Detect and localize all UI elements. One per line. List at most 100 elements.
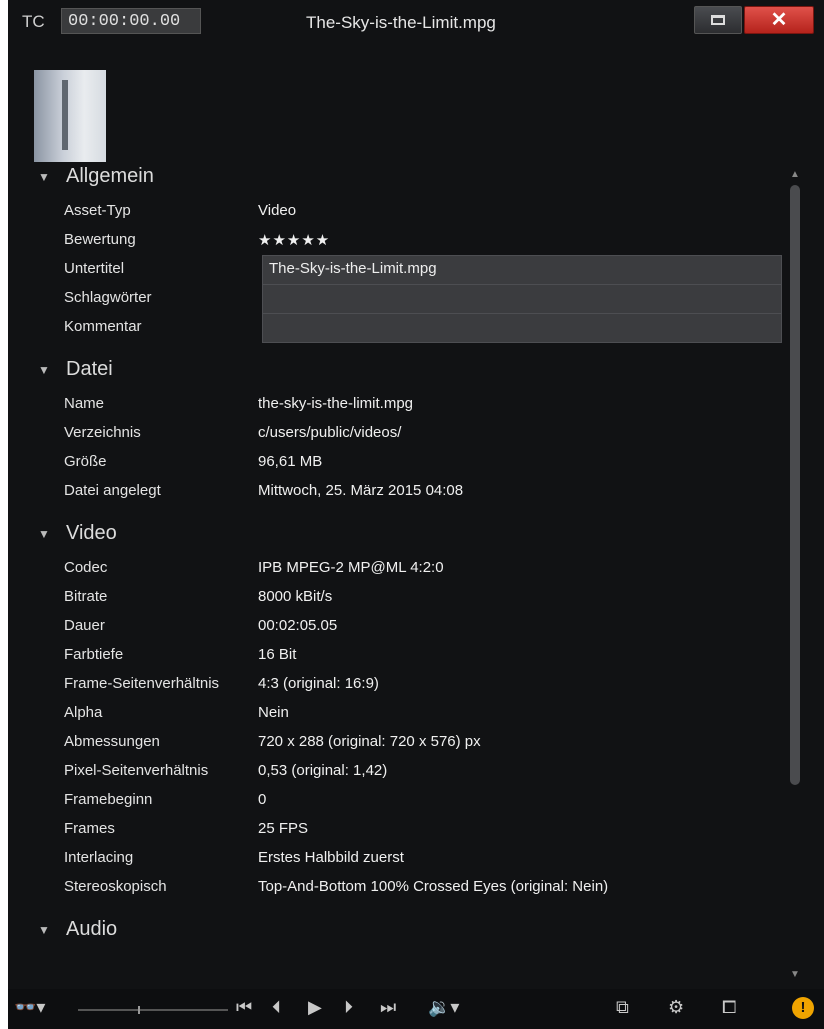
video-thumbnail [34,70,106,162]
property-key: Datei angelegt [64,482,161,499]
property-key: Asset-Typ [64,202,131,219]
section-label: Datei [66,358,113,380]
skip-to-end-icon[interactable]: ⏭ [380,997,396,1018]
row-asset-typ: Asset-Typ Video [8,198,786,227]
section-label: Allgemein [66,165,154,187]
collapse-arrow-icon[interactable]: ▼ [38,363,50,377]
collapse-arrow-icon[interactable]: ▼ [38,527,50,541]
scrollbar-thumb[interactable] [790,185,800,785]
rating-stars[interactable]: ★★★★★ [258,231,330,249]
step-back-icon[interactable]: ⏴ [272,997,281,1018]
row-alpha: Alpha Nein [8,700,786,729]
collapse-arrow-icon[interactable]: ▼ [38,923,50,937]
row-frames: Frames 25 FPS [8,816,786,845]
property-value: Video [258,202,297,219]
property-key: Framebeginn [64,791,153,808]
step-forward-icon[interactable]: ⏵ [344,997,353,1018]
external-window-icon[interactable]: ⧠ [722,997,736,1018]
scroll-up-icon[interactable]: ▲ [790,169,800,180]
slider-handle[interactable] [138,1006,140,1014]
property-key: Verzeichnis [64,424,141,441]
property-key: Frames [64,820,115,837]
glasses-icon[interactable]: 👓▾ [14,997,45,1018]
property-key: Kommentar [64,318,142,335]
info-icon[interactable]: ! [792,997,814,1019]
property-value: IPB MPEG-2 MP@ML 4:2:0 [258,559,444,576]
bottom-toolbar: 👓▾ ⏮ ⏴ ▶ ⏵ ⏭ 🔉▾ ⧉ ⚙ ⧠ ! [8,989,824,1029]
play-icon[interactable]: ▶ [308,997,322,1018]
row-bewertung: Bewertung ★★★★★ [8,227,786,256]
property-value: Top-And-Bottom 100% Crossed Eyes (origin… [258,878,609,895]
collapse-arrow-icon[interactable]: ▼ [38,170,50,184]
keywords-field[interactable] [262,284,782,314]
property-key: Dauer [64,617,105,634]
row-groesse: Größe 96,61 MB [8,449,786,478]
property-key: Größe [64,453,107,470]
copy-icon[interactable]: ⧉ [616,997,629,1018]
property-value: 16 Bit [258,646,297,663]
property-value: 720 x 288 (original: 720 x 576) px [258,733,481,750]
comment-field[interactable] [262,313,782,343]
scrub-slider[interactable] [78,1006,228,1014]
thumbnail-image [62,80,68,150]
timecode-label: TC [22,12,45,31]
close-button[interactable]: ✕ [744,6,814,34]
property-value: 0,53 (original: 1,42) [258,762,388,779]
property-value: Mittwoch, 25. März 2015 04:08 [258,482,464,499]
row-kommentar: Kommentar [8,313,786,343]
section-label: Video [66,522,117,544]
maximize-icon [711,15,725,25]
property-value: 25 FPS [258,820,309,837]
section-datei[interactable]: ▼ Datei [8,353,786,391]
property-key: Bewertung [64,231,136,248]
property-key: Schlagwörter [64,289,152,306]
row-verzeichnis: Verzeichnis c/users/public/videos/ [8,420,786,449]
property-key: Untertitel [64,260,125,277]
section-allgemein[interactable]: ▼ Allgemein [8,160,786,198]
maximize-button[interactable] [694,6,742,34]
section-audio[interactable]: ▼ Audio [8,913,786,951]
vertical-scrollbar[interactable]: ▲ ▼ [788,165,802,985]
property-key: Farbtiefe [64,646,124,663]
gear-icon[interactable]: ⚙ [668,997,684,1018]
property-key: Abmessungen [64,733,160,750]
row-name: Name the-sky-is-the-limit.mpg [8,391,786,420]
row-pixel-seitenverhaeltnis: Pixel-Seitenverhältnis 0,53 (original: 1,… [8,758,786,787]
property-key: Stereoskopisch [64,878,167,895]
property-key: Name [64,395,105,412]
speaker-icon[interactable]: 🔉▾ [428,997,459,1018]
row-frame-seitenverhaeltnis: Frame-Seitenverhältnis 4:3 (original: 16:… [8,671,786,700]
row-codec: Codec IPB MPEG-2 MP@ML 4:2:0 [8,555,786,584]
metadata-panel: ▼ Allgemein Asset-Typ Video Bewertung ★★… [8,160,786,951]
row-datei-angelegt: Datei angelegt Mittwoch, 25. März 2015 0… [8,478,786,507]
property-value: 96,61 MB [258,453,323,470]
row-schlagwoerter: Schlagwörter [8,284,786,314]
row-bitrate: Bitrate 8000 kBit/s [8,584,786,613]
row-stereoskopisch: Stereoskopisch Top-And-Bottom 100% Crosse… [8,874,786,903]
property-key: Codec [64,559,108,576]
row-framebeginn: Framebeginn 0 [8,787,786,816]
property-key: Interlacing [64,849,134,866]
property-value: 8000 kBit/s [258,588,333,605]
row-dauer: Dauer 00:02:05.05 [8,613,786,642]
properties-window: TC 00:00:00.00 The-Sky-is-the-Limit.mpg … [8,0,824,1029]
window-title: The-Sky-is-the-Limit.mpg [306,13,496,32]
row-abmessungen: Abmessungen 720 x 288 (original: 720 x 57… [8,729,786,758]
property-value: 00:02:05.05 [258,617,338,634]
property-value: Erstes Halbbild zuerst [258,849,404,866]
property-value: the-sky-is-the-limit.mpg [258,395,414,412]
timecode-field[interactable]: 00:00:00.00 [61,8,201,34]
row-interlacing: Interlacing Erstes Halbbild zuerst [8,845,786,874]
row-untertitel: Untertitel The-Sky-is-the-Limit.mpg [8,255,786,285]
section-video[interactable]: ▼ Video [8,517,786,555]
skip-to-start-icon[interactable]: ⏮ [236,997,252,1018]
row-farbtiefe: Farbtiefe 16 Bit [8,642,786,671]
property-value: 4:3 (original: 16:9) [258,675,379,692]
property-key: Alpha [64,704,103,721]
property-key: Pixel-Seitenverhältnis [64,762,209,779]
subtitle-field[interactable]: The-Sky-is-the-Limit.mpg [262,255,782,285]
property-value: Nein [258,704,289,721]
property-value: c/users/public/videos/ [258,424,402,441]
scroll-down-icon[interactable]: ▼ [790,969,800,980]
title-bar: TC 00:00:00.00 The-Sky-is-the-Limit.mpg … [8,0,824,40]
